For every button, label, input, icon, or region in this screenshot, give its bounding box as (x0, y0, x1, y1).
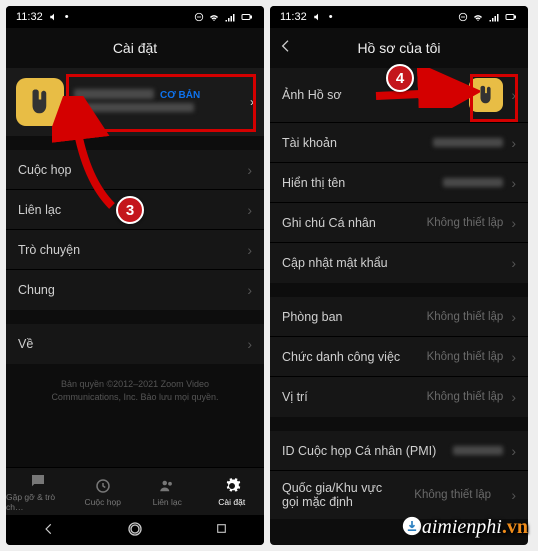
gear-icon (223, 477, 241, 495)
battery-icon (240, 11, 254, 23)
chevron-right-icon: › (247, 202, 252, 218)
chevron-right-icon: › (247, 162, 252, 178)
chevron-right-icon: › (511, 309, 516, 325)
chevron-right-icon: › (511, 135, 516, 151)
chevron-right-icon: › (247, 242, 252, 258)
fingers-crossed-icon (475, 84, 497, 106)
profile-row[interactable]: CƠ BẢN › (6, 68, 264, 136)
row-location[interactable]: Vị trí Không thiết lập › (270, 377, 528, 417)
row-profile-photo[interactable]: Ảnh Hồ sơ › (270, 68, 528, 123)
tab-meet-chat[interactable]: Gặp gỡ & trò ch… (6, 468, 71, 515)
phone-profile: 11:32 • Hồ sơ của tôi Ảnh Hồ sơ (270, 6, 528, 545)
android-nav-bar (6, 515, 264, 545)
profile-email-blurred (74, 103, 194, 112)
row-default-region[interactable]: Quốc gia/Khu vực gọi mặc định Không thiế… (270, 471, 528, 519)
avatar (16, 78, 64, 126)
wifi-icon (208, 11, 220, 23)
signal-icon (224, 11, 236, 23)
wifi-icon (472, 11, 484, 23)
settings-section-2: Về › (6, 324, 264, 364)
nav-home[interactable] (127, 521, 143, 540)
row-personal-note[interactable]: Ghi chú Cá nhân Không thiết lập › (270, 203, 528, 243)
row-general[interactable]: Chung › (6, 270, 264, 310)
profile-details-section-2: Phòng ban Không thiết lập › Chức danh cô… (270, 297, 528, 417)
back-button[interactable] (278, 38, 294, 57)
phone-settings: 11:32 • Cài đặt (6, 6, 264, 545)
row-department[interactable]: Phòng ban Không thiết lập › (270, 297, 528, 337)
license-badge: CƠ BẢN (160, 90, 200, 101)
profile-section: CƠ BẢN › (6, 68, 264, 136)
chevron-right-icon: › (511, 443, 516, 459)
row-about[interactable]: Về › (6, 324, 264, 364)
dot-icon: • (329, 11, 333, 23)
row-meeting[interactable]: Cuộc họp › (6, 150, 264, 190)
copyright-text: Bản quyền ©2012–2021 Zoom Video Communic… (6, 364, 264, 417)
dot-icon: • (65, 11, 69, 23)
chat-icon (29, 472, 47, 490)
row-job-title[interactable]: Chức danh công việc Không thiết lập › (270, 337, 528, 377)
profile-details-section-1: Ảnh Hồ sơ › Tài khoản › Hiển thị tên › G… (270, 68, 528, 283)
page-title: Cài đặt (113, 40, 157, 56)
profile-name-blurred (74, 89, 154, 99)
chevron-right-icon: › (250, 95, 254, 109)
status-time: 11:32 (16, 11, 43, 23)
avatar (469, 78, 503, 112)
header: Hồ sơ của tôi (270, 28, 528, 68)
page-title: Hồ sơ của tôi (357, 40, 440, 56)
chevron-right-icon: › (247, 336, 252, 352)
chevron-right-icon: › (511, 389, 516, 405)
status-time: 11:32 (280, 11, 307, 23)
row-update-password[interactable]: Cập nhật mật khẩu › (270, 243, 528, 283)
fingers-crossed-icon (25, 87, 55, 117)
profile-details-section-3: ID Cuộc họp Cá nhân (PMI) › Quốc gia/Khu… (270, 431, 528, 519)
row-pmi[interactable]: ID Cuộc họp Cá nhân (PMI) › (270, 431, 528, 471)
value-blurred (443, 178, 503, 187)
row-chat[interactable]: Trò chuyện › (6, 230, 264, 270)
tab-bar: Gặp gỡ & trò ch… Cuộc họp Liên lạc Cài đ… (6, 467, 264, 515)
row-account[interactable]: Tài khoản › (270, 123, 528, 163)
nav-back[interactable] (42, 522, 56, 539)
volume-icon (49, 12, 59, 22)
dnd-icon (194, 12, 204, 22)
battery-icon (504, 11, 518, 23)
row-contacts[interactable]: Liên lạc › (6, 190, 264, 230)
value-blurred (433, 138, 503, 147)
contacts-icon (158, 477, 176, 495)
clock-icon (94, 477, 112, 495)
value-blurred (453, 446, 503, 455)
row-display-name[interactable]: Hiển thị tên › (270, 163, 528, 203)
chevron-right-icon: › (511, 255, 516, 271)
chevron-right-icon: › (511, 487, 516, 503)
chevron-right-icon: › (511, 175, 516, 191)
settings-section-1: Cuộc họp › Liên lạc › Trò chuyện › Chung… (6, 150, 264, 310)
signal-icon (488, 11, 500, 23)
status-bar: 11:32 • (6, 6, 264, 28)
chevron-right-icon: › (511, 215, 516, 231)
chevron-right-icon: › (511, 349, 516, 365)
chevron-right-icon: › (511, 87, 516, 103)
tab-meetings[interactable]: Cuộc họp (71, 468, 136, 515)
dnd-icon (458, 12, 468, 22)
tab-contacts[interactable]: Liên lạc (135, 468, 200, 515)
tab-settings[interactable]: Cài đặt (200, 468, 265, 515)
nav-recent[interactable] (215, 522, 228, 538)
volume-icon (313, 12, 323, 22)
header: Cài đặt (6, 28, 264, 68)
chevron-right-icon: › (247, 282, 252, 298)
status-bar: 11:32 • (270, 6, 528, 28)
